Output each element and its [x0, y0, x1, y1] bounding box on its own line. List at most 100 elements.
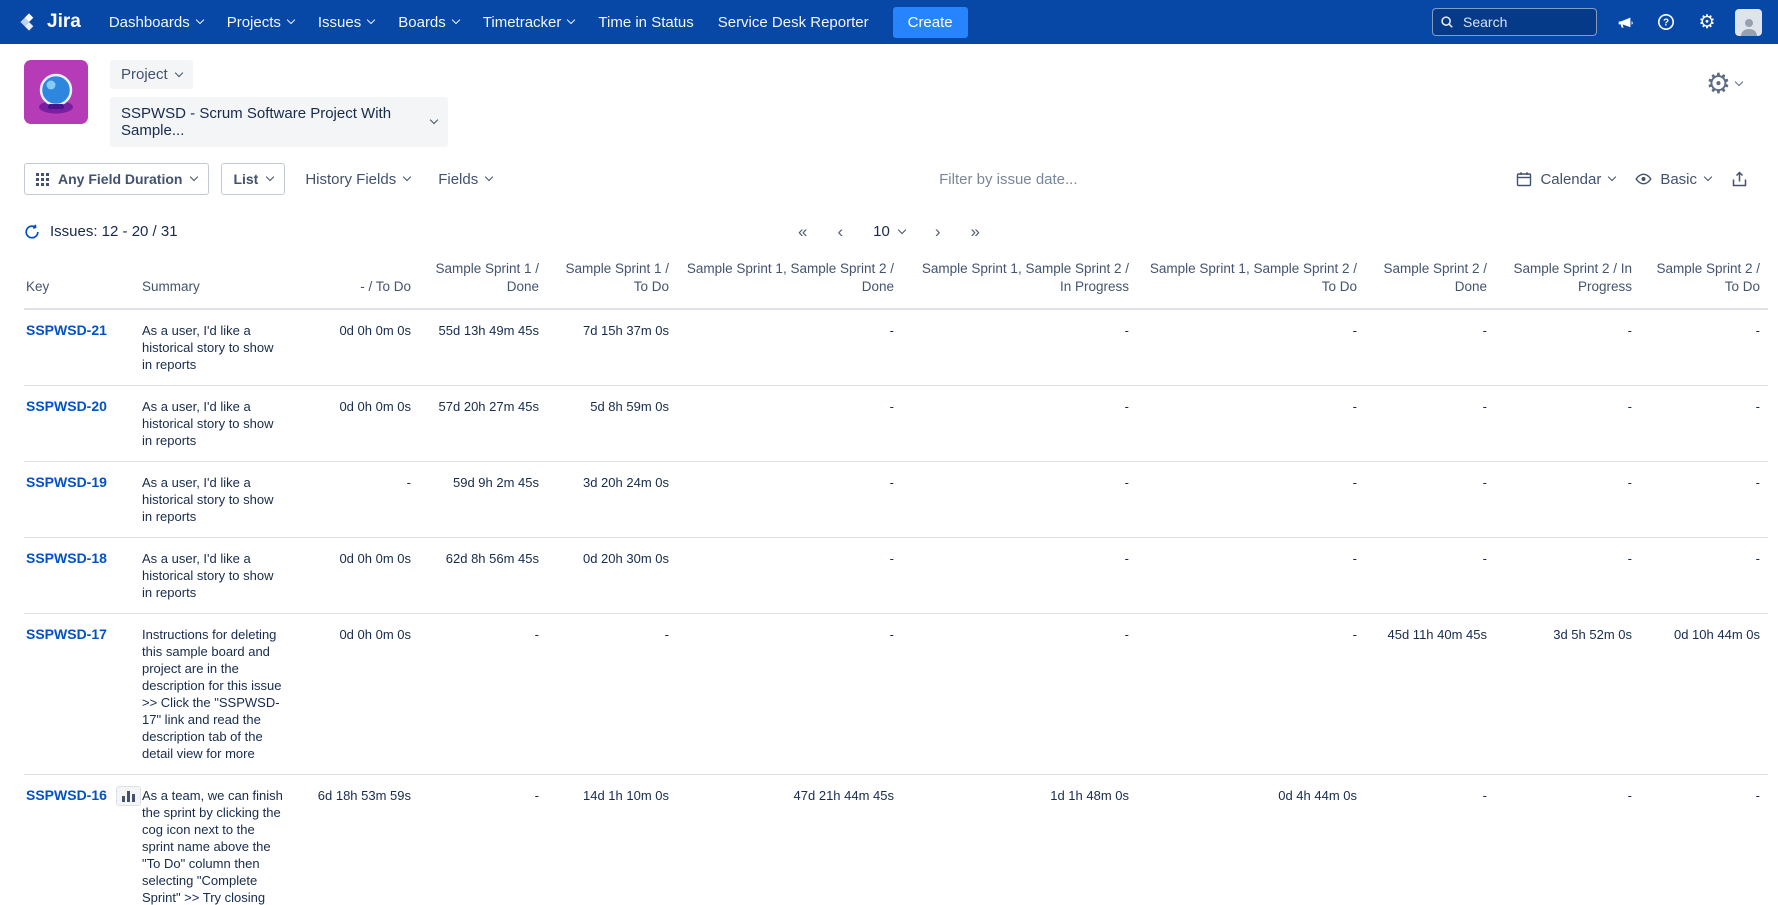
gear-icon: ⚙ [1706, 70, 1731, 98]
project-meta: Project SSPWSD - Scrum Software Project … [110, 60, 448, 147]
scope-selector[interactable]: Project [110, 60, 193, 89]
column-header-summary[interactable]: Summary [134, 254, 294, 309]
chevron-down-icon [287, 16, 295, 24]
duration-cell: 59d 9h 2m 45s [419, 462, 547, 538]
primary-nav: DashboardsProjects Issues Boards Timetracke… [97, 0, 881, 44]
last-page-button[interactable]: » [971, 223, 980, 240]
view-mode-button[interactable]: Basic [1635, 171, 1711, 188]
first-page-button[interactable]: « [798, 223, 807, 240]
issue-key-link[interactable]: SSPWSD-19 [26, 474, 107, 491]
issue-summary: As a user, I'd like a historical story t… [134, 538, 294, 614]
jira-logo[interactable]: Jira [12, 11, 97, 33]
duration-cell: - [1640, 386, 1768, 462]
issue-key-link[interactable]: SSPWSD-16 [26, 787, 107, 804]
duration-cell: - [419, 614, 547, 775]
nav-item-timetracker[interactable]: Timetracker [471, 0, 587, 44]
column-header-key[interactable]: Key [24, 254, 134, 309]
report-toolbar: Any Field Duration List History Fields F… [0, 153, 1778, 209]
project-selector[interactable]: SSPWSD - Scrum Software Project With Sam… [110, 97, 448, 147]
nav-item-label: Boards [398, 14, 446, 31]
duration-cell: - [902, 462, 1137, 538]
issue-date-filter-input[interactable] [868, 171, 1148, 188]
calendar-mode-button[interactable]: Calendar [1516, 171, 1615, 188]
duration-cell: - [677, 309, 902, 386]
table-row: SSPWSD-19As a user, I'd like a historica… [24, 462, 1768, 538]
view-type-button[interactable]: List [221, 163, 285, 195]
column-header-sample-sprint-2-in-progress[interactable]: Sample Sprint 2 / In Progress [1495, 254, 1640, 309]
export-icon[interactable] [1731, 171, 1748, 188]
chevron-down-icon [430, 116, 438, 124]
nav-item-time-in-status[interactable]: Time in Status [586, 0, 705, 44]
duration-cell: 3d 20h 24m 0s [547, 462, 677, 538]
project-avatar[interactable] [24, 60, 88, 129]
issue-key-cell: SSPWSD-16 [26, 787, 126, 806]
issue-key-link[interactable]: SSPWSD-18 [26, 550, 107, 567]
chevron-down-icon [1608, 173, 1616, 181]
project-header: Project SSPWSD - Scrum Software Project … [0, 44, 1778, 153]
calendar-icon [1516, 171, 1532, 187]
column-header--to-do[interactable]: - / To Do [294, 254, 419, 309]
issue-key-link[interactable]: SSPWSD-21 [26, 322, 107, 339]
duration-cell: 47d 21h 44m 45s [677, 775, 902, 905]
issues-count: Issues: 12 - 20 / 31 [24, 223, 178, 240]
issue-key-link[interactable]: SSPWSD-17 [26, 626, 107, 643]
history-fields-button[interactable]: History Fields [297, 164, 418, 195]
column-header-sample-sprint-1-sample-sprint-2-in-progress[interactable]: Sample Sprint 1, Sample Sprint 2 / In Pr… [902, 254, 1137, 309]
report-settings-button[interactable]: ⚙ [1706, 70, 1742, 98]
field-duration-button[interactable]: Any Field Duration [24, 163, 209, 195]
issue-summary: As a user, I'd like a historical story t… [134, 386, 294, 462]
help-icon[interactable]: ? [1653, 9, 1679, 35]
nav-item-issues[interactable]: Issues [306, 0, 386, 44]
next-page-button[interactable]: › [935, 223, 941, 240]
nav-item-service-desk-reporter[interactable]: Service Desk Reporter [706, 0, 881, 44]
grid-icon [36, 173, 49, 186]
duration-cell: - [1640, 462, 1768, 538]
column-header-sample-sprint-2-done[interactable]: Sample Sprint 2 / Done [1365, 254, 1495, 309]
duration-cell: 7d 15h 37m 0s [547, 309, 677, 386]
duration-cell: - [677, 614, 902, 775]
column-header-sample-sprint-1-done[interactable]: Sample Sprint 1 / Done [419, 254, 547, 309]
column-header-sample-sprint-1-sample-sprint-2-to-do[interactable]: Sample Sprint 1, Sample Sprint 2 / To Do [1137, 254, 1365, 309]
search-box [1432, 8, 1597, 36]
nav-item-label: Issues [318, 14, 361, 31]
chart-icon[interactable] [116, 786, 141, 806]
duration-cell: - [1495, 309, 1640, 386]
create-button[interactable]: Create [893, 7, 968, 38]
view-type-label: List [233, 171, 258, 187]
chevron-down-icon [190, 173, 198, 181]
duration-cell: 5d 8h 59m 0s [547, 386, 677, 462]
issue-key-link[interactable]: SSPWSD-20 [26, 398, 107, 415]
duration-cell: - [1640, 309, 1768, 386]
chevron-down-icon [1735, 78, 1743, 86]
announcement-icon[interactable] [1612, 9, 1638, 35]
nav-item-label: Time in Status [598, 14, 693, 31]
column-header-sample-sprint-1-to-do[interactable]: Sample Sprint 1 / To Do [547, 254, 677, 309]
duration-cell: 1d 1h 48m 0s [902, 775, 1137, 905]
duration-cell: 45d 11h 40m 45s [1365, 614, 1495, 775]
search-input[interactable] [1432, 8, 1597, 36]
duration-cell: - [902, 538, 1137, 614]
refresh-icon[interactable] [24, 224, 40, 240]
issue-key-cell: SSPWSD-21 [26, 322, 126, 339]
issues-table: KeySummary- / To DoSample Sprint 1 / Don… [24, 254, 1768, 905]
page-size-select[interactable]: 10 [873, 223, 905, 240]
duration-cell: - [902, 386, 1137, 462]
duration-cell: - [1640, 538, 1768, 614]
prev-page-button[interactable]: ‹ [837, 223, 843, 240]
svg-text:?: ? [1663, 18, 1669, 29]
user-avatar[interactable] [1735, 9, 1762, 36]
duration-cell: - [1495, 462, 1640, 538]
gear-icon[interactable]: ⚙ [1694, 9, 1720, 35]
nav-item-dashboards[interactable]: Dashboards [97, 0, 215, 44]
duration-cell: - [1495, 386, 1640, 462]
column-header-sample-sprint-1-sample-sprint-2-done[interactable]: Sample Sprint 1, Sample Sprint 2 / Done [677, 254, 902, 309]
nav-item-projects[interactable]: Projects [215, 0, 306, 44]
chevron-down-icon [452, 16, 460, 24]
fields-button[interactable]: Fields [430, 164, 500, 195]
chevron-down-icon [367, 16, 375, 24]
eye-icon [1635, 172, 1652, 186]
issues-table-body: SSPWSD-21 As a user, I'd like a historica… [24, 309, 1768, 905]
nav-item-label: Timetracker [483, 14, 562, 31]
column-header-sample-sprint-2-to-do[interactable]: Sample Sprint 2 / To Do [1640, 254, 1768, 309]
nav-item-boards[interactable]: Boards [386, 0, 471, 44]
